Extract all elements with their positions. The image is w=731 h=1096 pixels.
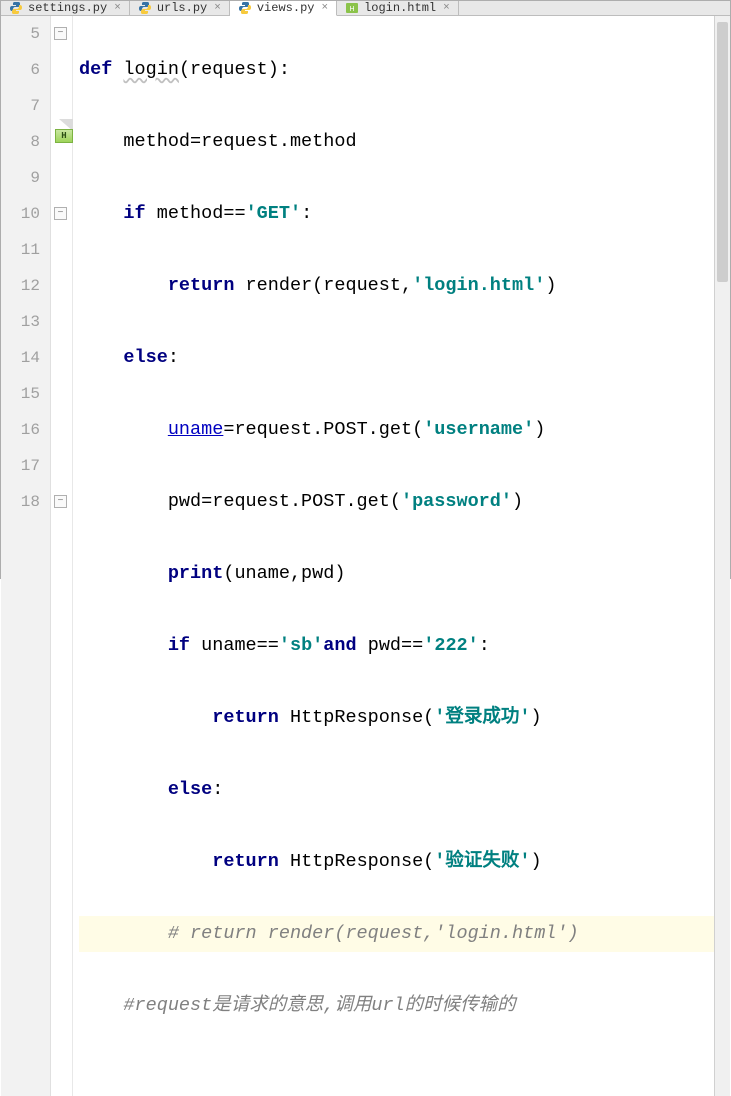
html-icon: H [345,1,359,15]
code-line: if method=='GET': [79,196,714,232]
line-number: 12 [1,268,40,304]
fold-toggle-icon[interactable]: − [54,207,67,220]
code-line: return HttpResponse('登录成功') [79,700,714,736]
fold-toggle-icon[interactable]: − [54,495,67,508]
tab-label: login.html [364,1,436,15]
close-icon[interactable]: × [114,2,121,14]
code-line: else: [79,340,714,376]
line-number: 10 [1,196,40,232]
python-icon [138,1,152,15]
code-line: uname=request.POST.get('username') [79,412,714,448]
tab-login-html[interactable]: H login.html × [337,1,459,15]
close-icon[interactable]: × [214,2,221,14]
tab-label: settings.py [28,1,107,15]
line-number: 16 [1,412,40,448]
line-number-gutter: 5 6 7 8 9 10 11 12 13 14 15 16 17 18 [1,16,51,1096]
code-line: #request是请求的意思,调用url的时候传输的 [79,988,714,1024]
fold-gutter: − − − [51,16,73,1096]
html-bookmark-badge[interactable]: H [55,129,73,143]
code-line: def login(request): [79,52,714,88]
line-number: 8 [1,124,40,160]
fold-toggle-icon[interactable]: − [54,27,67,40]
line-number: 11 [1,232,40,268]
tab-bar: settings.py × urls.py × views.py × H log… [1,1,730,16]
code-line: return render(request,'login.html') [79,268,714,304]
line-number: 18 [1,484,40,520]
tab-views-py[interactable]: views.py × [230,1,337,16]
scroll-thumb[interactable] [717,22,728,282]
close-icon[interactable]: × [443,2,450,14]
python-icon [9,1,23,15]
python-icon [238,1,252,15]
vertical-scrollbar[interactable] [714,16,730,1096]
line-number: 14 [1,340,40,376]
line-number: 17 [1,448,40,484]
line-number: 6 [1,52,40,88]
code-area[interactable]: def login(request): method=request.metho… [73,16,714,1096]
code-line: # return render(request,'login.html') [79,916,714,952]
code-line: return HttpResponse('验证失败') [79,844,714,880]
code-line: else: [79,772,714,808]
line-number: 9 [1,160,40,196]
line-number: 15 [1,376,40,412]
code-line: if uname=='sb'and pwd=='222': [79,628,714,664]
code-line: print(uname,pwd) [79,556,714,592]
tab-settings-py[interactable]: settings.py × [1,1,130,15]
svg-text:H: H [350,6,355,13]
line-number: 13 [1,304,40,340]
line-number: 7 [1,88,40,124]
line-number: 5 [1,16,40,52]
tab-label: urls.py [157,1,207,15]
tab-urls-py[interactable]: urls.py × [130,1,230,15]
tab-label: views.py [257,1,315,15]
close-icon[interactable]: × [321,2,328,14]
code-editor[interactable]: 5 6 7 8 9 10 11 12 13 14 15 16 17 18 H −… [1,16,730,1096]
code-line: method=request.method [79,124,714,160]
code-line: pwd=request.POST.get('password') [79,484,714,520]
